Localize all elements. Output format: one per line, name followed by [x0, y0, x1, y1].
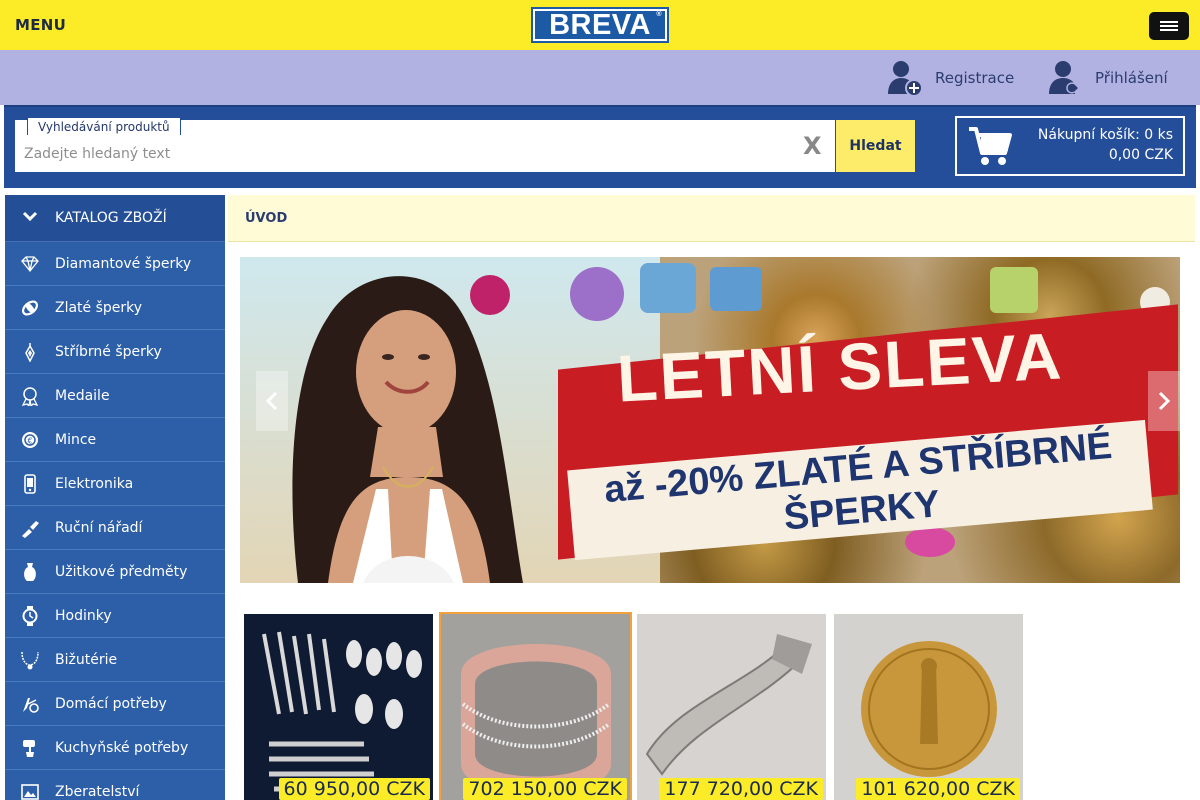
breva-logo[interactable]: BREVA ® — [531, 7, 669, 43]
blue-stone-image — [710, 267, 762, 311]
sidebar-item-kitchen[interactable]: Kuchyňské potřeby — [5, 726, 225, 770]
product-price: 101 620,00 CZK — [856, 778, 1020, 800]
top-bar: MENU BREVA ® — [0, 0, 1200, 50]
sidebar-item-label: Stříbrné šperky — [55, 343, 162, 360]
register-link[interactable]: Registrace — [885, 58, 1014, 98]
carousel-next-button[interactable] — [1148, 371, 1180, 431]
register-label: Registrace — [935, 69, 1015, 87]
login-link[interactable]: Přihlášení — [1045, 58, 1168, 98]
hamburger-icon-line — [1160, 25, 1178, 27]
logo-text: BREVA ® — [535, 9, 665, 41]
silver-cutlery-image — [262, 631, 422, 792]
search-input[interactable] — [24, 143, 784, 165]
sidebar-item-watches[interactable]: Hodinky — [5, 594, 225, 638]
search-legend: Vyhledávání produktů — [27, 117, 181, 135]
product-price: 60 950,00 CZK — [278, 778, 430, 800]
sidebar-item-hand-tools[interactable]: Ruční nářadí — [5, 506, 225, 550]
product-card[interactable]: 60 950,00 CZK — [244, 614, 433, 800]
product-price: 702 150,00 CZK — [463, 778, 627, 800]
cart-total: 0,00 CZK — [1108, 147, 1173, 163]
product-card[interactable]: 101 620,00 CZK — [834, 614, 1023, 800]
chevron-right-icon — [1158, 391, 1171, 411]
sidebar-item-label: Užitkové předměty — [55, 563, 188, 580]
account-bar: Registrace Přihlášení — [0, 50, 1200, 105]
model-woman-image — [292, 276, 523, 583]
sidebar-item-label: Zlaté šperky — [55, 299, 143, 316]
sidebar-item-medals[interactable]: Medaile — [5, 374, 225, 418]
search-box: Vyhledávání produktů X — [15, 117, 835, 172]
menu-button[interactable]: MENU — [15, 16, 66, 34]
catalog-header[interactable]: KATALOG ZBOŽÍ — [5, 195, 225, 242]
topaz-image — [640, 263, 696, 313]
sidebar-item-diamond-jewelry[interactable]: Diamantové šperky — [5, 242, 225, 286]
hamburger-menu-button[interactable] — [1149, 12, 1189, 40]
hamburger-icon — [1160, 21, 1178, 23]
bracelet-image — [441, 614, 630, 800]
breadcrumb: ÚVOD — [228, 195, 1195, 242]
collector-icon — [5, 770, 55, 800]
product-price: 177 720,00 CZK — [659, 778, 823, 800]
product-card[interactable]: 702 150,00 CZK — [439, 612, 632, 800]
hamburger-icon-line — [1160, 29, 1178, 31]
category-sidebar: KATALOG ZBOŽÍ Diamantové šperky Zlaté šp… — [5, 195, 225, 800]
silver-jewel-icon — [5, 330, 55, 374]
cart-icon — [969, 127, 1012, 165]
medal-icon — [5, 374, 55, 418]
sidebar-item-label: Diamantové šperky — [55, 255, 192, 272]
sidebar-item-utility-items[interactable]: Užitkové předměty — [5, 550, 225, 594]
amethyst-image — [570, 267, 624, 321]
peridot-image — [990, 267, 1038, 313]
sidebar-item-label: Zberatelství — [55, 783, 140, 800]
promo-banner[interactable]: LETNÍ SLEVA až -20% ZLATÉ A STŘÍBRNÉ ŠPE… — [240, 257, 1180, 583]
chevron-down-icon — [5, 210, 55, 226]
logo-wordmark: BREVA — [549, 9, 651, 41]
necklace-icon — [5, 638, 55, 682]
svg-text:€: € — [27, 436, 32, 445]
sidebar-item-label: Elektronika — [55, 475, 134, 492]
sidebar-item-electronics[interactable]: Elektronika — [5, 462, 225, 506]
gold-ring-icon — [5, 286, 55, 330]
household-icon — [5, 682, 55, 726]
sidebar-item-silver-jewelry[interactable]: Stříbrné šperky — [5, 330, 225, 374]
sidebar-item-label: Hodinky — [55, 607, 112, 624]
vase-icon — [5, 550, 55, 594]
coin-icon: € — [5, 418, 55, 462]
search-button[interactable]: Hledat — [836, 120, 915, 172]
pink-stone-image — [905, 527, 955, 557]
cart-count: Nákupní košík: 0 ks — [1037, 127, 1173, 143]
sidebar-item-gold-jewelry[interactable]: Zlaté šperky — [5, 286, 225, 330]
login-label: Přihlášení — [1095, 69, 1168, 87]
tool-icon — [5, 506, 55, 550]
silver-bracelet-image — [637, 614, 826, 800]
sidebar-item-costume-jewelry[interactable]: Bižutérie — [5, 638, 225, 682]
registered-mark: ® — [656, 11, 662, 18]
sidebar-item-household[interactable]: Domácí potřeby — [5, 682, 225, 726]
sidebar-item-label: Kuchyňské potřeby — [55, 739, 189, 756]
product-card[interactable]: 177 720,00 CZK — [637, 614, 826, 800]
add-user-icon — [885, 58, 925, 98]
breadcrumb-home-link[interactable]: ÚVOD — [245, 211, 287, 226]
sidebar-item-label: Ruční nářadí — [55, 519, 143, 536]
sidebar-item-label: Medaile — [55, 387, 110, 404]
login-user-icon — [1045, 58, 1085, 98]
sidebar-item-coins[interactable]: € Mince — [5, 418, 225, 462]
chevron-left-icon — [265, 391, 278, 411]
shopping-cart[interactable]: Nákupní košík: 0 ks 0,00 CZK — [955, 116, 1185, 176]
gold-coin-image — [834, 614, 1023, 800]
sidebar-item-label: Mince — [55, 431, 97, 448]
search-band: Vyhledávání produktů X Hledat Nákupní ko… — [4, 105, 1196, 188]
sidebar-item-collecting[interactable]: Zberatelství — [5, 770, 225, 800]
watch-icon — [5, 594, 55, 638]
sidebar-item-label: Bižutérie — [55, 651, 118, 668]
phone-icon — [5, 462, 55, 506]
catalog-header-label: KATALOG ZBOŽÍ — [55, 210, 167, 226]
mixer-icon — [5, 726, 55, 770]
clear-search-icon[interactable]: X — [803, 132, 822, 160]
carousel-prev-button[interactable] — [256, 371, 288, 431]
sidebar-item-label: Domácí potřeby — [55, 695, 167, 712]
diamond-icon — [5, 242, 55, 286]
